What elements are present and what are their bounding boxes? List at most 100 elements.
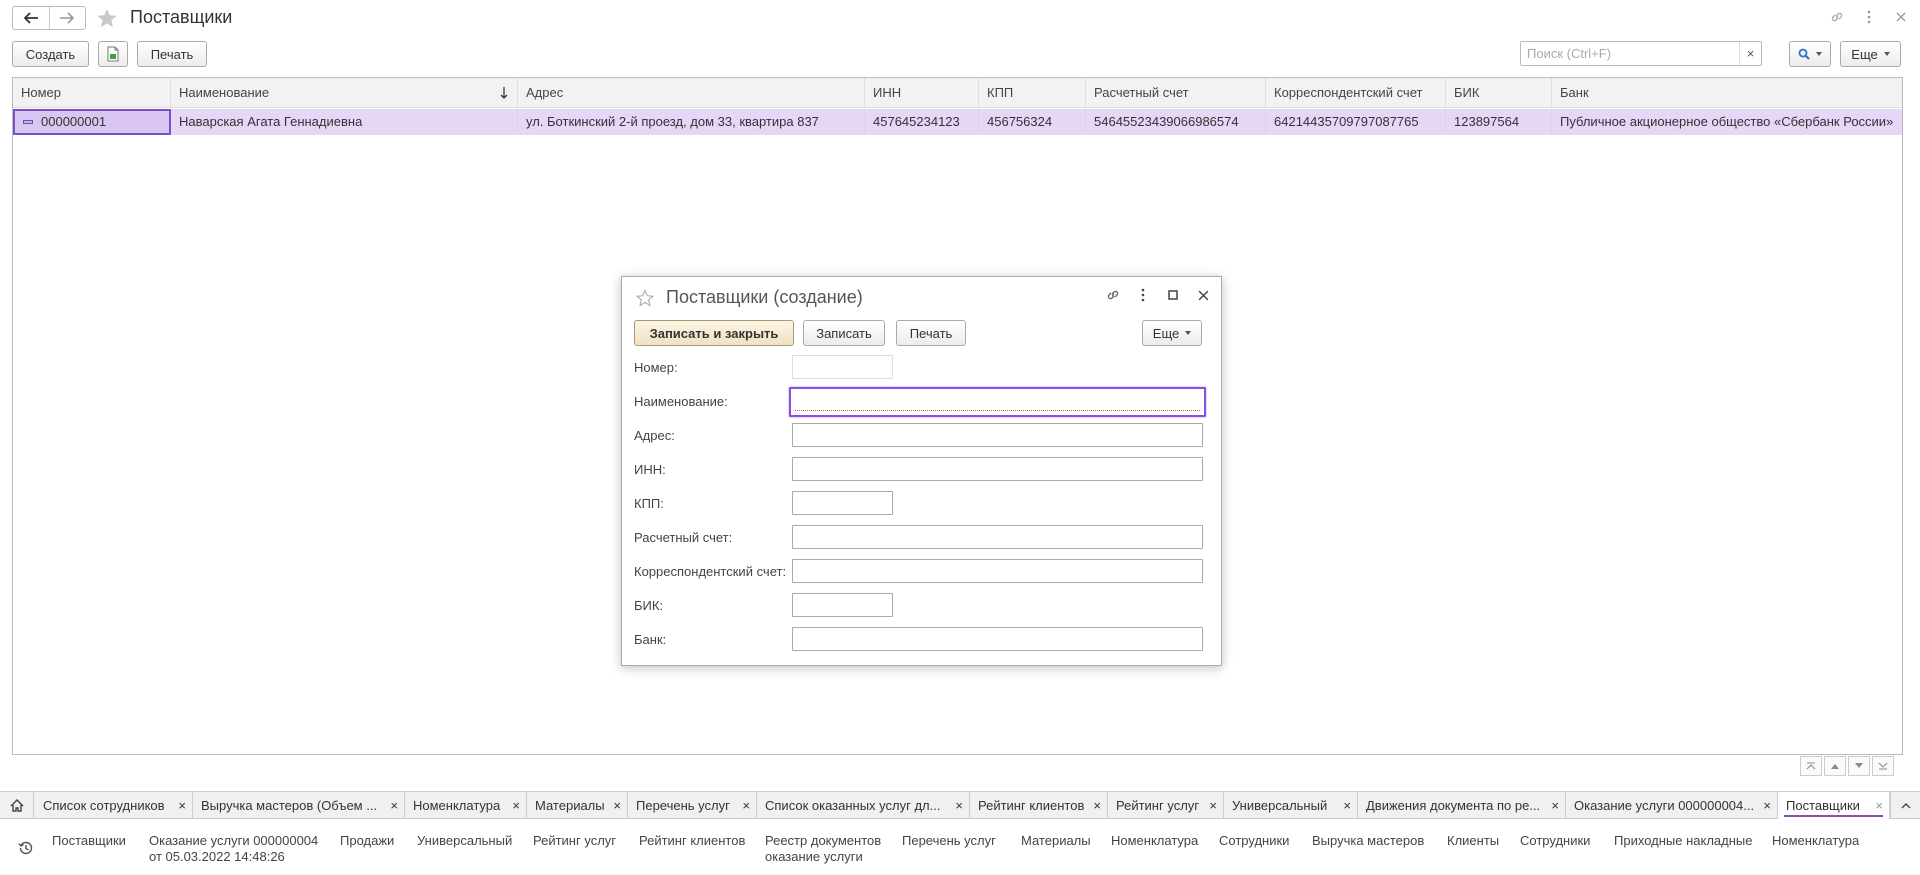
tab-close-icon[interactable]: × [512, 792, 520, 819]
bik-field[interactable] [792, 593, 893, 617]
scroll-up-icon[interactable] [1824, 756, 1846, 776]
history-link[interactable]: Номенклатура [1772, 833, 1859, 849]
tab-close-icon[interactable]: × [1763, 792, 1771, 819]
favorite-star-icon[interactable] [96, 7, 118, 29]
kpp-field[interactable] [792, 491, 893, 515]
tab-materials[interactable]: Материалы × [527, 792, 628, 819]
corr-account-field[interactable] [792, 559, 1203, 583]
scroll-down-icon[interactable] [1848, 756, 1870, 776]
cell-account[interactable]: 54645523439066986574 [1086, 109, 1266, 135]
history-link[interactable]: Поставщики [52, 833, 126, 849]
column-header-corr-account[interactable]: Корреспондентский счет [1266, 78, 1446, 108]
tab-close-icon[interactable]: × [1093, 792, 1101, 819]
address-field[interactable] [792, 423, 1203, 447]
cell-bik[interactable]: 123897564 [1446, 109, 1552, 135]
tab-service-provision[interactable]: Оказание услуги 000000004... × [1566, 792, 1778, 819]
more-button[interactable]: Еще [1142, 320, 1202, 346]
column-header-bik[interactable]: БИК [1446, 78, 1552, 108]
tab-clients-rating[interactable]: Рейтинг клиентов × [970, 792, 1108, 819]
inn-field[interactable] [792, 457, 1203, 481]
maximize-icon[interactable] [1165, 287, 1181, 303]
more-label: Еще [1152, 325, 1180, 341]
name-field[interactable] [789, 387, 1206, 417]
more-button[interactable]: Еще [1840, 41, 1901, 67]
number-label: Номер: [634, 360, 678, 375]
cell-kpp[interactable]: 456756324 [979, 109, 1086, 135]
tab-document-movements[interactable]: Движения документа по ре... × [1358, 792, 1566, 819]
save-and-close-button[interactable]: Записать и закрыть [634, 320, 794, 346]
close-icon[interactable] [1195, 287, 1211, 303]
account-field[interactable] [792, 525, 1203, 549]
history-link[interactable]: Продажи [340, 833, 394, 849]
column-header-bank[interactable]: Банк [1552, 78, 1904, 108]
tab-close-icon[interactable]: × [390, 792, 398, 819]
tab-suppliers[interactable]: Поставщики × [1778, 792, 1890, 819]
favorite-star-icon[interactable] [636, 289, 654, 307]
cell-corr-account[interactable]: 64214435709797087765 [1266, 109, 1446, 135]
table-scroll-controls [1800, 756, 1894, 776]
cell-name[interactable]: Наварская Агата Геннадиевна [171, 109, 518, 135]
scroll-top-icon[interactable] [1800, 756, 1822, 776]
link-icon[interactable] [1828, 8, 1846, 26]
history-link[interactable]: Рейтинг услуг [533, 833, 616, 849]
history-link[interactable]: Универсальный [417, 833, 512, 849]
back-arrow-icon[interactable] [13, 7, 50, 29]
tab-universal[interactable]: Универсальный × [1224, 792, 1358, 819]
cell-inn[interactable]: 457645234123 [865, 109, 979, 135]
column-header-account[interactable]: Расчетный счет [1086, 78, 1266, 108]
history-link[interactable]: Выручка мастеров [1312, 833, 1424, 849]
history-link[interactable]: Материалы [1021, 833, 1091, 849]
tab-services-list[interactable]: Перечень услуг × [628, 792, 757, 819]
history-link[interactable]: Номенклатура [1111, 833, 1198, 849]
history-link[interactable]: Сотрудники [1520, 833, 1590, 849]
search-options-button[interactable] [1789, 41, 1831, 67]
tab-close-icon[interactable]: × [613, 792, 621, 819]
search-clear-button[interactable]: × [1739, 42, 1761, 65]
scroll-bottom-icon[interactable] [1872, 756, 1894, 776]
link-icon[interactable] [1105, 287, 1121, 303]
print-button[interactable]: Печать [896, 320, 966, 346]
column-header-number[interactable]: Номер [13, 78, 171, 108]
history-link[interactable]: Оказание услуги 000000004 от 05.03.2022 … [149, 833, 318, 865]
history-link[interactable]: Приходные накладные [1614, 833, 1752, 849]
cell-address[interactable]: ул. Боткинский 2-й проезд, дом 33, кварт… [518, 109, 865, 135]
cell-number[interactable]: 000000001 [13, 109, 171, 135]
copy-button[interactable] [98, 41, 128, 67]
tab-nomenclature[interactable]: Номенклатура × [405, 792, 527, 819]
print-button[interactable]: Печать [137, 41, 207, 67]
tab-services-rating[interactable]: Рейтинг услуг × [1108, 792, 1224, 819]
column-header-address[interactable]: Адрес [518, 78, 865, 108]
tab-employees-list[interactable]: Список сотрудников × [35, 792, 193, 819]
history-icon[interactable] [18, 840, 34, 856]
history-link[interactable]: Сотрудники [1219, 833, 1289, 849]
tab-close-icon[interactable]: × [1551, 792, 1559, 819]
tab-close-icon[interactable]: × [1343, 792, 1351, 819]
expand-tabs-button[interactable] [1890, 792, 1920, 819]
column-header-name[interactable]: Наименование [171, 78, 518, 108]
home-button[interactable] [0, 792, 34, 819]
tab-close-icon[interactable]: × [178, 792, 186, 819]
tab-provided-services[interactable]: Список оказанных услуг дл... × [757, 792, 970, 819]
history-link[interactable]: Реестр документов оказание услуги [765, 833, 881, 865]
bank-field[interactable] [792, 627, 1203, 651]
save-button[interactable]: Записать [803, 320, 885, 346]
cell-bank[interactable]: Публичное акционерное общество «Сбербанк… [1552, 109, 1904, 135]
history-link[interactable]: Перечень услуг [902, 833, 996, 849]
close-icon[interactable] [1892, 8, 1910, 26]
history-link[interactable]: Рейтинг клиентов [639, 833, 745, 849]
forward-arrow-icon[interactable] [50, 7, 86, 29]
more-vertical-icon[interactable] [1135, 287, 1151, 303]
table-row[interactable]: 000000001 Наварская Агата Геннадиевна ул… [13, 109, 1902, 135]
column-header-kpp[interactable]: КПП [979, 78, 1086, 108]
tab-masters-revenue[interactable]: Выручка мастеров (Объем ... × [193, 792, 405, 819]
dialog-title: Поставщики (создание) [666, 287, 863, 307]
create-button[interactable]: Создать [12, 41, 89, 67]
tab-close-icon[interactable]: × [1209, 792, 1217, 819]
column-header-inn[interactable]: ИНН [865, 78, 979, 108]
history-link[interactable]: Клиенты [1447, 833, 1499, 849]
more-vertical-icon[interactable] [1860, 8, 1878, 26]
tab-close-icon[interactable]: × [955, 792, 963, 819]
search-input[interactable] [1521, 42, 1731, 65]
cell-number-value: 000000001 [41, 114, 107, 129]
tab-close-icon[interactable]: × [742, 792, 750, 819]
